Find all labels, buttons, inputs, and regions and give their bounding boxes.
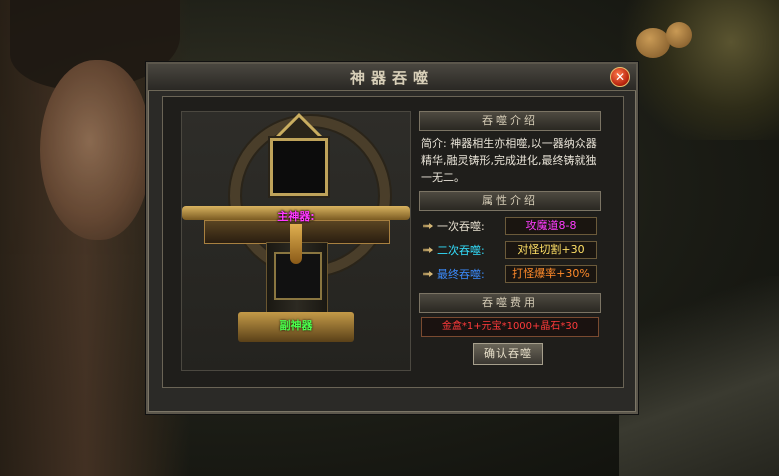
sub-artifact-label: 副神器 xyxy=(279,319,313,332)
close-icon: ✕ xyxy=(614,70,626,84)
arrow-icon xyxy=(423,271,433,277)
intro-text: 简介: 神器相生亦相噬,以一器纳众器精华,融灵铸形,完成进化,最终铸就独一无二。 xyxy=(421,137,597,184)
background-fruit xyxy=(636,28,670,58)
background-face xyxy=(40,60,150,240)
attribute-header: 属性介绍 xyxy=(419,191,601,211)
attribute-label: 最终吞噬: xyxy=(437,268,485,281)
confirm-devour-button[interactable]: 确认吞噬 xyxy=(473,343,543,365)
main-artifact-slot[interactable] xyxy=(270,138,328,196)
title-bar[interactable]: 神器吞噬 ✕ xyxy=(148,64,636,91)
attribute-value: 对怪切割+30 xyxy=(505,241,597,259)
attribute-row-3: 最终吞噬: 打怪爆率+30% xyxy=(423,265,603,283)
cost-header: 吞噬费用 xyxy=(419,293,601,313)
content-frame: 主神器: 副神器 吞噬介绍 简介: 神器相生亦相噬,以一器纳众器精华,融灵铸形,… xyxy=(162,96,624,388)
main-artifact-label: 主神器: xyxy=(277,210,315,223)
background-rocks xyxy=(619,276,779,476)
intro-header: 吞噬介绍 xyxy=(419,111,601,131)
dialog-title: 神器吞噬 xyxy=(349,69,434,87)
arrow-icon xyxy=(423,223,433,229)
attribute-label: 一次吞噬: xyxy=(437,220,485,233)
molten-drip xyxy=(290,224,302,264)
arrow-icon xyxy=(423,247,433,253)
info-panel: 吞噬介绍 简介: 神器相生亦相噬,以一器纳众器精华,融灵铸形,完成进化,最终铸就… xyxy=(415,111,603,369)
close-button[interactable]: ✕ xyxy=(610,67,630,87)
attribute-label: 二次吞噬: xyxy=(437,244,485,257)
altar-panel: 主神器: 副神器 xyxy=(181,111,411,371)
background-fruit xyxy=(666,22,692,48)
attribute-value: 打怪爆率+30% xyxy=(505,265,597,283)
attribute-row-2: 二次吞噬: 对怪切割+30 xyxy=(423,241,603,259)
cost-text: 金盒*1+元宝*1000+晶石*30 xyxy=(421,317,599,337)
attribute-value: 攻魔道8-8 xyxy=(505,217,597,235)
background-foliage xyxy=(619,0,779,140)
artifact-devour-dialog: 神器吞噬 ✕ 主神器: 副神器 吞噬介绍 简介: 神器相生亦相噬,以一器纳众器精… xyxy=(146,62,638,414)
attribute-row-1: 一次吞噬: 攻魔道8-8 xyxy=(423,217,603,235)
